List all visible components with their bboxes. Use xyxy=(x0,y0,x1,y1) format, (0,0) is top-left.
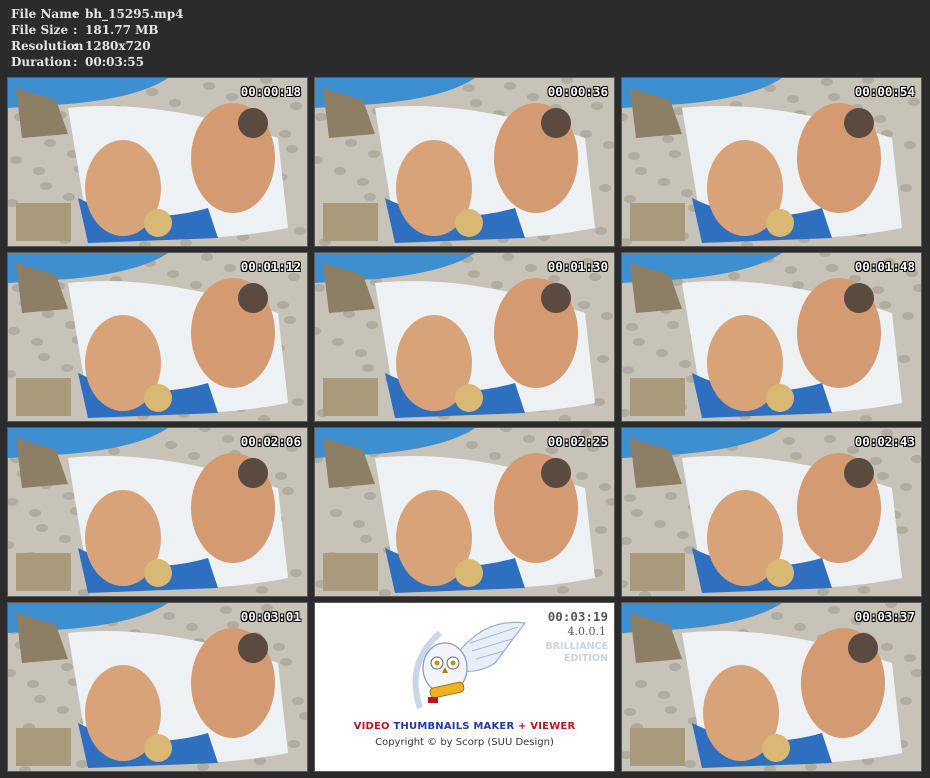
file-size-sep: : xyxy=(73,23,78,37)
logo-copyright: Copyright © by Scorp (SUU Design) xyxy=(375,737,554,748)
thumbnail-timestamp: 00:00:18 xyxy=(240,84,301,99)
logo-version: 4.0.0.1 xyxy=(567,625,606,638)
resolution-label: Resolution xyxy=(11,39,84,53)
logo-edition-line2: EDITION xyxy=(564,653,608,664)
thumbnail-frame[interactable]: 00:03:37 xyxy=(621,602,922,772)
thumbnail-frame[interactable]: 00:00:54 xyxy=(621,77,922,247)
video-frame-image xyxy=(315,428,614,596)
thumbnail-timestamp: 00:01:48 xyxy=(854,259,915,274)
owl-logo-icon xyxy=(412,621,527,709)
thumbnail-frame[interactable]: 00:01:30 xyxy=(314,252,615,422)
thumbnail-grid: 00:00:18 00:00:36 00:00:54 00:01:12 00:0… xyxy=(7,77,922,772)
thumbnail-frame[interactable]: 00:00:36 xyxy=(314,77,615,247)
thumbnail-timestamp: 00:03:01 xyxy=(240,609,301,624)
file-info-panel: File Name : bh_15295.mp4 File Size : 181… xyxy=(11,6,183,70)
file-name-value: bh_15295.mp4 xyxy=(85,7,184,21)
thumbnail-timestamp: 00:01:30 xyxy=(547,259,608,274)
video-frame-image xyxy=(622,603,921,771)
file-name-label: File Name xyxy=(11,7,80,21)
logo-title-part2: THUMBNAILS MAKER xyxy=(393,721,515,732)
thumbnail-frame[interactable]: 00:01:48 xyxy=(621,252,922,422)
thumbnail-timestamp: 00:02:25 xyxy=(547,434,608,449)
thumbnail-timestamp: 00:02:43 xyxy=(854,434,915,449)
file-name-row: File Name : bh_15295.mp4 xyxy=(11,6,183,22)
video-frame-image xyxy=(8,428,307,596)
thumbnail-frame[interactable]: 00:03:01 xyxy=(7,602,308,772)
video-frame-image xyxy=(622,253,921,421)
thumbnail-frame[interactable]: 00:01:12 xyxy=(7,252,308,422)
thumbnail-timestamp: 00:01:12 xyxy=(240,259,301,274)
file-size-row: File Size : 181.77 MB xyxy=(11,22,183,38)
video-frame-image xyxy=(622,428,921,596)
duration-value: 00:03:55 xyxy=(85,55,144,69)
resolution-row: Resolution : 1280x720 xyxy=(11,38,183,54)
file-size-label: File Size xyxy=(11,23,69,37)
app-logo-tile: 00:03:19 4.0.0.1 BRILLIANCE EDITION VIDE… xyxy=(314,602,615,772)
thumbnail-frame[interactable]: 00:02:25 xyxy=(314,427,615,597)
logo-edition: BRILLIANCE EDITION xyxy=(538,641,609,665)
video-frame-image xyxy=(622,78,921,246)
thumbnail-frame[interactable]: 00:00:18 xyxy=(7,77,308,247)
logo-title-part1: VIDEO xyxy=(353,721,390,732)
thumbnail-frame[interactable]: 00:02:43 xyxy=(621,427,922,597)
thumbnail-timestamp: 00:00:36 xyxy=(547,84,608,99)
logo-title: VIDEO THUMBNAILS MAKER + VIEWER xyxy=(315,721,614,732)
logo-edition-line1: BRILLIANCE xyxy=(545,641,609,652)
video-frame-image xyxy=(315,253,614,421)
thumbnail-timestamp: 00:03:19 xyxy=(547,609,608,624)
thumbnail-timestamp: 00:03:37 xyxy=(854,609,915,624)
duration-label: Duration xyxy=(11,55,72,69)
duration-row: Duration : 00:03:55 xyxy=(11,54,183,70)
duration-sep: : xyxy=(73,55,78,69)
video-frame-image xyxy=(8,78,307,246)
video-frame-image xyxy=(8,253,307,421)
video-frame-image xyxy=(315,78,614,246)
thumbnail-timestamp: 00:00:54 xyxy=(854,84,915,99)
thumbnail-frame[interactable]: 00:02:06 xyxy=(7,427,308,597)
video-frame-image xyxy=(8,603,307,771)
resolution-value: 1280x720 xyxy=(85,39,151,53)
file-name-sep: : xyxy=(73,7,78,21)
logo-title-part3: + VIEWER xyxy=(518,721,576,732)
resolution-sep: : xyxy=(73,39,78,53)
thumbnail-timestamp: 00:02:06 xyxy=(240,434,301,449)
file-size-value: 181.77 MB xyxy=(85,23,159,37)
